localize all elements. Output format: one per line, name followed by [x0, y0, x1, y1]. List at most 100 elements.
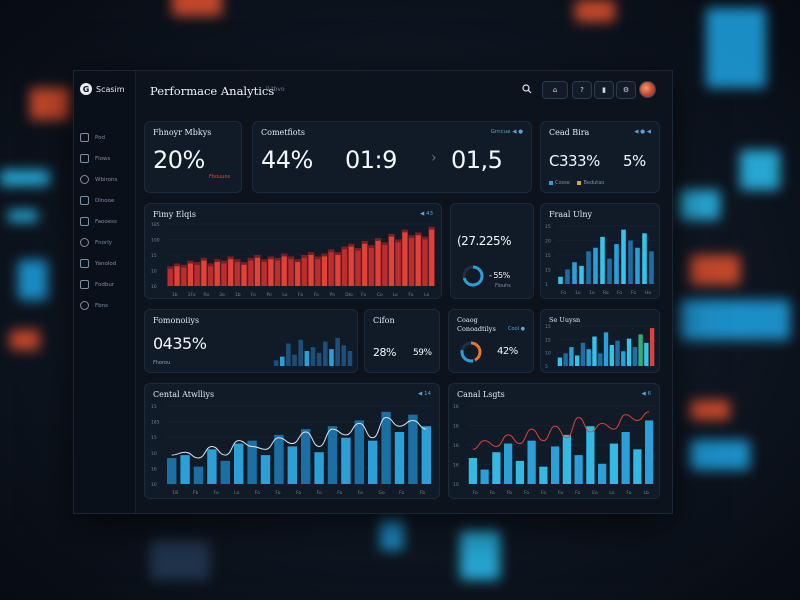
x-tick-label: Fo: [361, 292, 366, 298]
bar: [572, 262, 577, 284]
x-tick-label: Fo: [626, 490, 631, 496]
bar: [635, 247, 640, 284]
bar: [279, 356, 285, 366]
x-tick-label: Fo: [298, 292, 303, 298]
progress-ring: [460, 341, 482, 363]
y-tick-label: 15: [545, 324, 551, 330]
bar: [395, 242, 401, 286]
x-tick-label: Lo: [609, 490, 614, 496]
bar: [492, 452, 501, 484]
bar: [174, 266, 180, 286]
bar: [642, 233, 647, 284]
chart-card-fraal[interactable]: Fraal Ulny 15 20 15 15 1 Fo 1o 1o Ro Fo Fo Ho: [540, 203, 660, 299]
bar: [551, 446, 560, 484]
x-tick-label: Ro: [603, 290, 609, 296]
bar: [626, 338, 632, 366]
brand[interactable]: G Scasim: [80, 83, 125, 95]
help-button[interactable]: ?: [572, 81, 592, 99]
y-tick-label: 15: [545, 337, 551, 343]
x-tick-label: 1b: [172, 292, 178, 298]
kpi-card-1[interactable]: Fhnoyr Mbkys 20% Fbouuos: [144, 121, 242, 193]
bar: [645, 420, 654, 484]
x-tick-label: Fo: [524, 490, 529, 496]
bar: [615, 340, 620, 366]
kpi-value-1: C333%: [549, 152, 600, 170]
card-tag: Cool ●: [508, 326, 525, 332]
bar: [167, 458, 177, 484]
sidebar-item-7[interactable]: Fodbur: [80, 274, 132, 295]
bar: [468, 458, 477, 484]
x-tick-label: 1Fo: [188, 292, 196, 298]
page-title: Performace Analytics: [150, 84, 275, 98]
x-tick-label: Lo: [234, 490, 239, 496]
x-tick-label: Fo: [490, 490, 495, 496]
bar: [633, 449, 642, 484]
sidebar-item-label: Pod: [95, 134, 105, 141]
kpi-card-cifon[interactable]: Cifon 28% 59%: [364, 309, 440, 373]
x-tick-label: Fb: [193, 490, 199, 496]
ring-card-2[interactable]: Coaog Conoadtilys Cool ● 42%: [448, 309, 534, 373]
chart-card-fimy[interactable]: Fimy Elqis ◀ 43 185 100 15 10 16 1b 1Fo Ro 3o 1b F…: [144, 203, 442, 299]
bar: [632, 347, 638, 366]
bar: [586, 426, 595, 484]
folder-icon: [80, 196, 89, 205]
progress-ring: [462, 265, 484, 287]
avatar[interactable]: [639, 81, 656, 98]
chart-icon: [80, 259, 89, 268]
x-tick-label: Fo: [317, 490, 322, 496]
bar: [329, 349, 334, 366]
bar: [274, 434, 284, 484]
bar: [207, 449, 217, 484]
chart-card-se[interactable]: Se Uuysn 15 15 10 5: [540, 309, 660, 373]
ring-card[interactable]: (27.225% - 55% Fiouhs: [450, 203, 534, 299]
bar: [180, 455, 190, 484]
y-tick-label: 16: [453, 443, 459, 449]
bookmark-button[interactable]: ▮: [594, 81, 614, 99]
search-icon[interactable]: [522, 84, 532, 94]
y-tick-label: 16: [453, 463, 459, 469]
settings-button[interactable]: ⚙: [616, 81, 636, 99]
y-tick-label: 10: [151, 269, 157, 275]
combo-chart-cental: 15 185 15 10 16 10 18 Fb Fo Lo Fo Fo Fo Fo Fo Fo Go Fo Fb: [151, 404, 433, 496]
bar: [515, 460, 524, 484]
bar: [304, 351, 310, 366]
bar: [248, 260, 254, 286]
bar: [621, 351, 626, 366]
kpi-note: Fbouuos: [209, 174, 231, 180]
sidebar-item-2[interactable]: Wbirons: [80, 169, 132, 190]
ring-value: - 55%: [489, 271, 510, 280]
chart-card-canal[interactable]: Canal Lsgts ◀ 6 16 16 16 16 10 Fo Fo Fb Fo Fo Fo Fo…: [448, 383, 660, 499]
x-tick-label: Lo: [424, 292, 429, 298]
sidebar-item-0[interactable]: Pod: [80, 127, 132, 148]
x-tick-label: Fo: [558, 490, 563, 496]
sidebar-item-3[interactable]: Dlnooe: [80, 190, 132, 211]
kpi-card-3[interactable]: Cead Bira ◀ ● ◀ C333% 5% Cosse Bedutao: [540, 121, 660, 193]
chart-card-cental[interactable]: Cental Atwlliys ◀ 14 15 185 15 10 16 10 18 Fb Fo…: [144, 383, 440, 499]
sidebar-item-5[interactable]: Fnorly: [80, 232, 132, 253]
bar: [295, 262, 301, 286]
bar: [260, 455, 271, 484]
bar: [592, 336, 597, 366]
bar: [241, 264, 247, 286]
sidebar-item-8[interactable]: Fbns: [80, 295, 132, 316]
bar: [234, 262, 240, 286]
bar: [335, 255, 341, 286]
bar: [221, 263, 227, 286]
sidebar-item-1[interactable]: Flows: [80, 148, 132, 169]
chevron-right-icon: ›: [431, 150, 437, 166]
sidebar-item-6[interactable]: Yanolod: [80, 253, 132, 274]
chart-card-fomon[interactable]: Fomonoiiys 0435% Fhorou: [144, 309, 358, 373]
x-tick-label: Fo: [296, 490, 301, 496]
bar: [301, 429, 311, 484]
x-tick-label: Lo: [282, 292, 287, 298]
x-tick-label: Fo: [251, 292, 256, 298]
sidebar-item-4[interactable]: Faooess: [80, 211, 132, 232]
search-icon: [80, 133, 89, 142]
home-button[interactable]: ⌂: [542, 81, 568, 99]
bar: [355, 250, 361, 286]
y-tick-label: 185: [151, 222, 160, 228]
x-tick-label: Lo: [393, 292, 398, 298]
kpi-card-2[interactable]: Cometfiots Grncue ◀ ● 44% 01:9 › 01,5: [252, 121, 532, 193]
bar: [408, 414, 418, 484]
bar: [341, 437, 351, 484]
